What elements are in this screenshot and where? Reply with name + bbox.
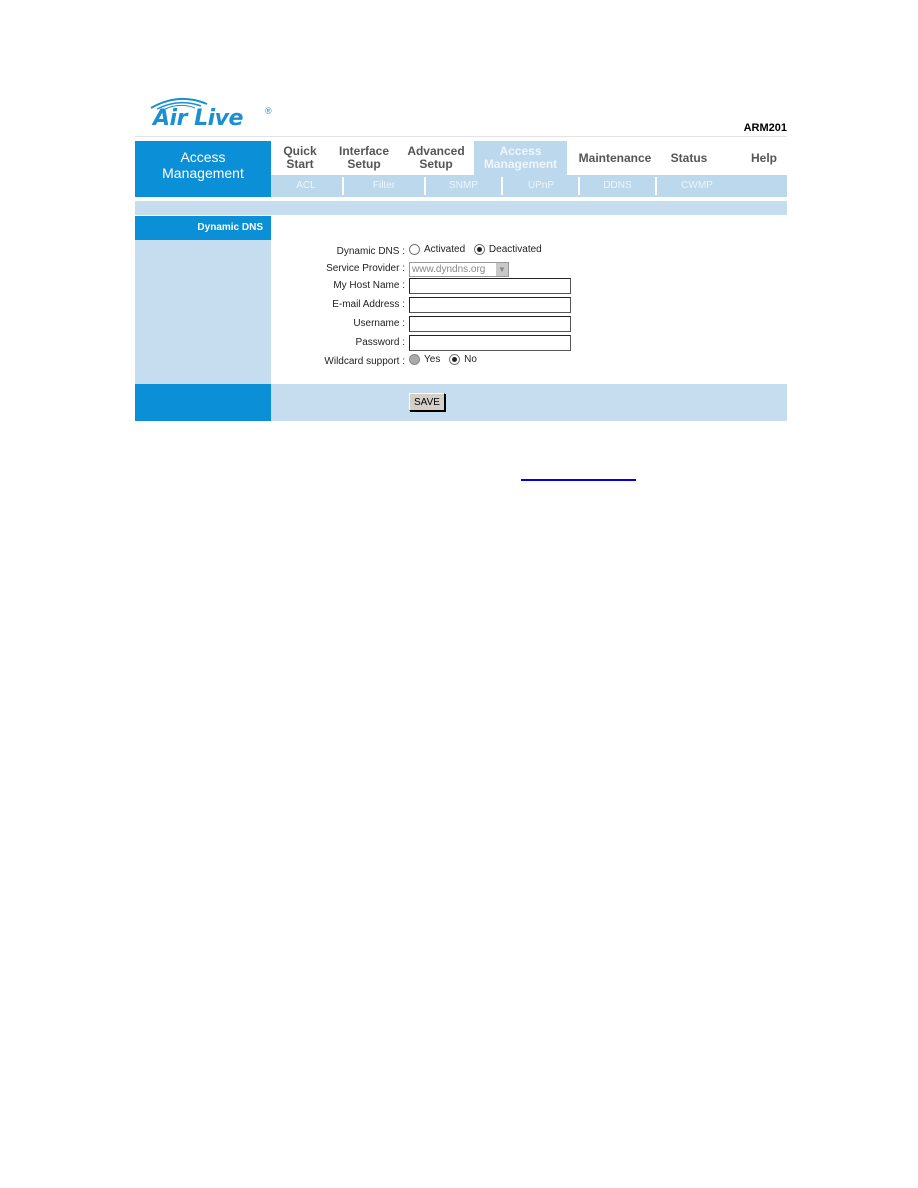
- header: Air Live ® ARM201: [135, 92, 787, 137]
- host-name-input[interactable]: [409, 278, 571, 294]
- email-label: E-mail Address :: [332, 299, 405, 310]
- deactivated-label: Deactivated: [488, 244, 542, 255]
- subtab-snmp[interactable]: SNMP: [426, 175, 501, 197]
- service-provider-row: Service Provider : www.dyndns.org ▼: [271, 260, 787, 278]
- subtab-filter[interactable]: Filter: [344, 175, 424, 197]
- section-title: Dynamic DNS: [135, 216, 271, 240]
- password-row: Password :: [271, 334, 787, 352]
- email-row: E-mail Address :: [271, 296, 787, 314]
- subtab-upnp[interactable]: UPnP: [503, 175, 579, 197]
- username-label: Username :: [353, 318, 405, 329]
- service-provider-select[interactable]: www.dyndns.org ▼: [409, 262, 509, 277]
- brand-line1: Access: [180, 149, 226, 165]
- host-name-row: My Host Name :: [271, 277, 787, 295]
- tab-quick-start[interactable]: Quick Start: [271, 141, 329, 175]
- email-input[interactable]: [409, 297, 571, 313]
- tab-advanced-setup[interactable]: Advanced Setup: [399, 141, 473, 175]
- wildcard-no-radio[interactable]: [449, 354, 461, 365]
- tab-maintenance[interactable]: Maintenance: [569, 141, 661, 175]
- separator-band: [135, 201, 787, 215]
- model-name: ARM201: [743, 122, 787, 134]
- chevron-down-icon: ▼: [496, 263, 508, 276]
- tab-status[interactable]: Status: [661, 141, 717, 175]
- wildcard-label: Wildcard support :: [324, 356, 405, 367]
- wildcard-row: Wildcard support : Yes No: [271, 353, 787, 371]
- save-button[interactable]: SAVE: [409, 393, 445, 411]
- username-row: Username :: [271, 315, 787, 333]
- router-admin-page: Air Live ® ARM201 Access Management Quic…: [135, 92, 787, 421]
- tab-access-management[interactable]: Access Management: [474, 141, 567, 175]
- no-label: No: [464, 354, 477, 365]
- password-label: Password :: [355, 337, 405, 348]
- host-name-label: My Host Name :: [333, 280, 405, 291]
- section-brand: Access Management: [135, 141, 271, 197]
- activated-label: Activated: [424, 244, 466, 255]
- subtab-bar: ACL Filter SNMP UPnP DDNS CWMP: [271, 175, 787, 197]
- hyperlink-underline[interactable]: [521, 479, 636, 481]
- sidebar-panel: [135, 240, 271, 384]
- dynamic-dns-label: Dynamic DNS :: [336, 246, 405, 257]
- subtab-cwmp[interactable]: CWMP: [657, 175, 737, 197]
- service-provider-value: www.dyndns.org: [412, 264, 486, 275]
- dynamic-dns-deactivated-radio[interactable]: [473, 244, 485, 255]
- dynamic-dns-row: Dynamic DNS : Activated Deactivated: [271, 243, 787, 261]
- logo-text: Air Live: [153, 106, 243, 131]
- subtab-ddns[interactable]: DDNS: [580, 175, 655, 197]
- brand-line2: Management: [162, 165, 244, 181]
- dynamic-dns-activated-radio[interactable]: [409, 244, 420, 255]
- footer-left-panel: [135, 384, 271, 421]
- username-input[interactable]: [409, 316, 571, 332]
- tab-help[interactable]: Help: [741, 141, 787, 175]
- wildcard-yes-radio[interactable]: [409, 354, 420, 365]
- main-nav: Access Management Quick Start Interface Se…: [135, 137, 787, 197]
- airlive-logo: Air Live ®: [141, 94, 272, 134]
- subtab-acl[interactable]: ACL: [271, 175, 341, 197]
- password-input[interactable]: [409, 335, 571, 351]
- service-provider-label: Service Provider :: [326, 263, 405, 274]
- yes-label: Yes: [424, 354, 441, 365]
- tab-bar: Quick Start Interface Setup Advanced Setup …: [271, 141, 787, 175]
- footer-action-bar: SAVE: [271, 384, 787, 421]
- tab-interface-setup[interactable]: Interface Setup: [329, 141, 399, 175]
- registered-mark: ®: [265, 106, 272, 116]
